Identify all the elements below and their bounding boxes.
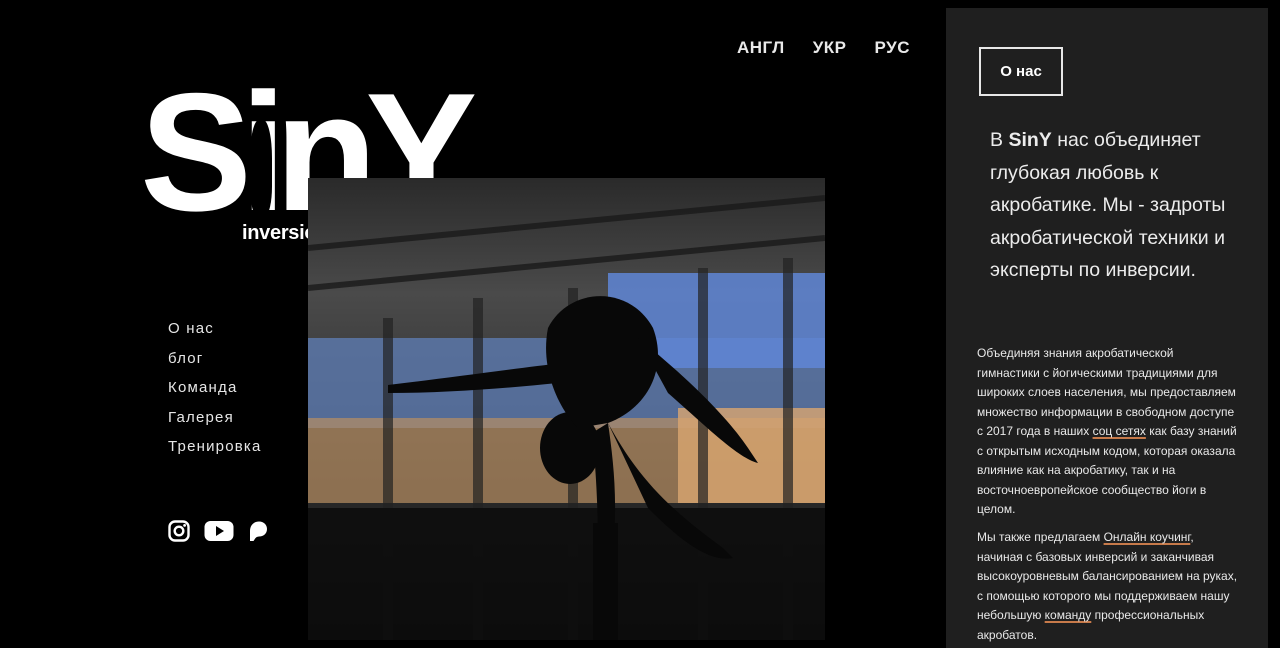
lang-en-link[interactable]: АНГЛ bbox=[737, 38, 785, 58]
about-paragraph-2: Мы также предлагаем Онлайн коучинг, начи… bbox=[977, 530, 1238, 642]
hero-photo bbox=[308, 178, 825, 640]
patreon-icon[interactable] bbox=[248, 520, 268, 547]
instagram-icon[interactable] bbox=[168, 520, 190, 547]
about-panel: О нас В SinY нас объединяет глубокая люб… bbox=[946, 8, 1268, 648]
nav-item-training[interactable]: Тренировка bbox=[168, 438, 262, 456]
about-paragraph-1: Объединяя знания акробатической гимнасти… bbox=[977, 346, 1237, 516]
brand-name: SinY bbox=[1008, 129, 1052, 151]
nav-item-gallery[interactable]: Галерея bbox=[168, 409, 262, 427]
nav-item-about[interactable]: О нас bbox=[168, 320, 262, 338]
lang-ru-link[interactable]: РУС bbox=[875, 38, 910, 58]
social-links bbox=[168, 520, 268, 547]
about-button[interactable]: О нас bbox=[979, 47, 1063, 96]
lang-uk-link[interactable]: УКР bbox=[813, 38, 847, 58]
online-coaching-link[interactable]: Онлайн коучинг bbox=[1104, 530, 1191, 544]
main-nav: О нас блог Команда Галерея Тренировка bbox=[168, 320, 262, 468]
language-switcher: АНГЛ УКР РУС bbox=[737, 38, 910, 58]
youtube-icon[interactable] bbox=[204, 520, 234, 547]
nav-item-team[interactable]: Команда bbox=[168, 379, 262, 397]
team-link[interactable]: команду bbox=[1045, 608, 1092, 622]
nav-item-blog[interactable]: блог bbox=[168, 350, 262, 368]
social-networks-link[interactable]: соц сетях bbox=[1093, 424, 1146, 438]
about-lead-text: В SinY нас объединяет глубокая любовь к … bbox=[990, 129, 1226, 281]
logo-figure-silhouette bbox=[250, 120, 272, 215]
hero-photo-graphic bbox=[308, 178, 825, 640]
